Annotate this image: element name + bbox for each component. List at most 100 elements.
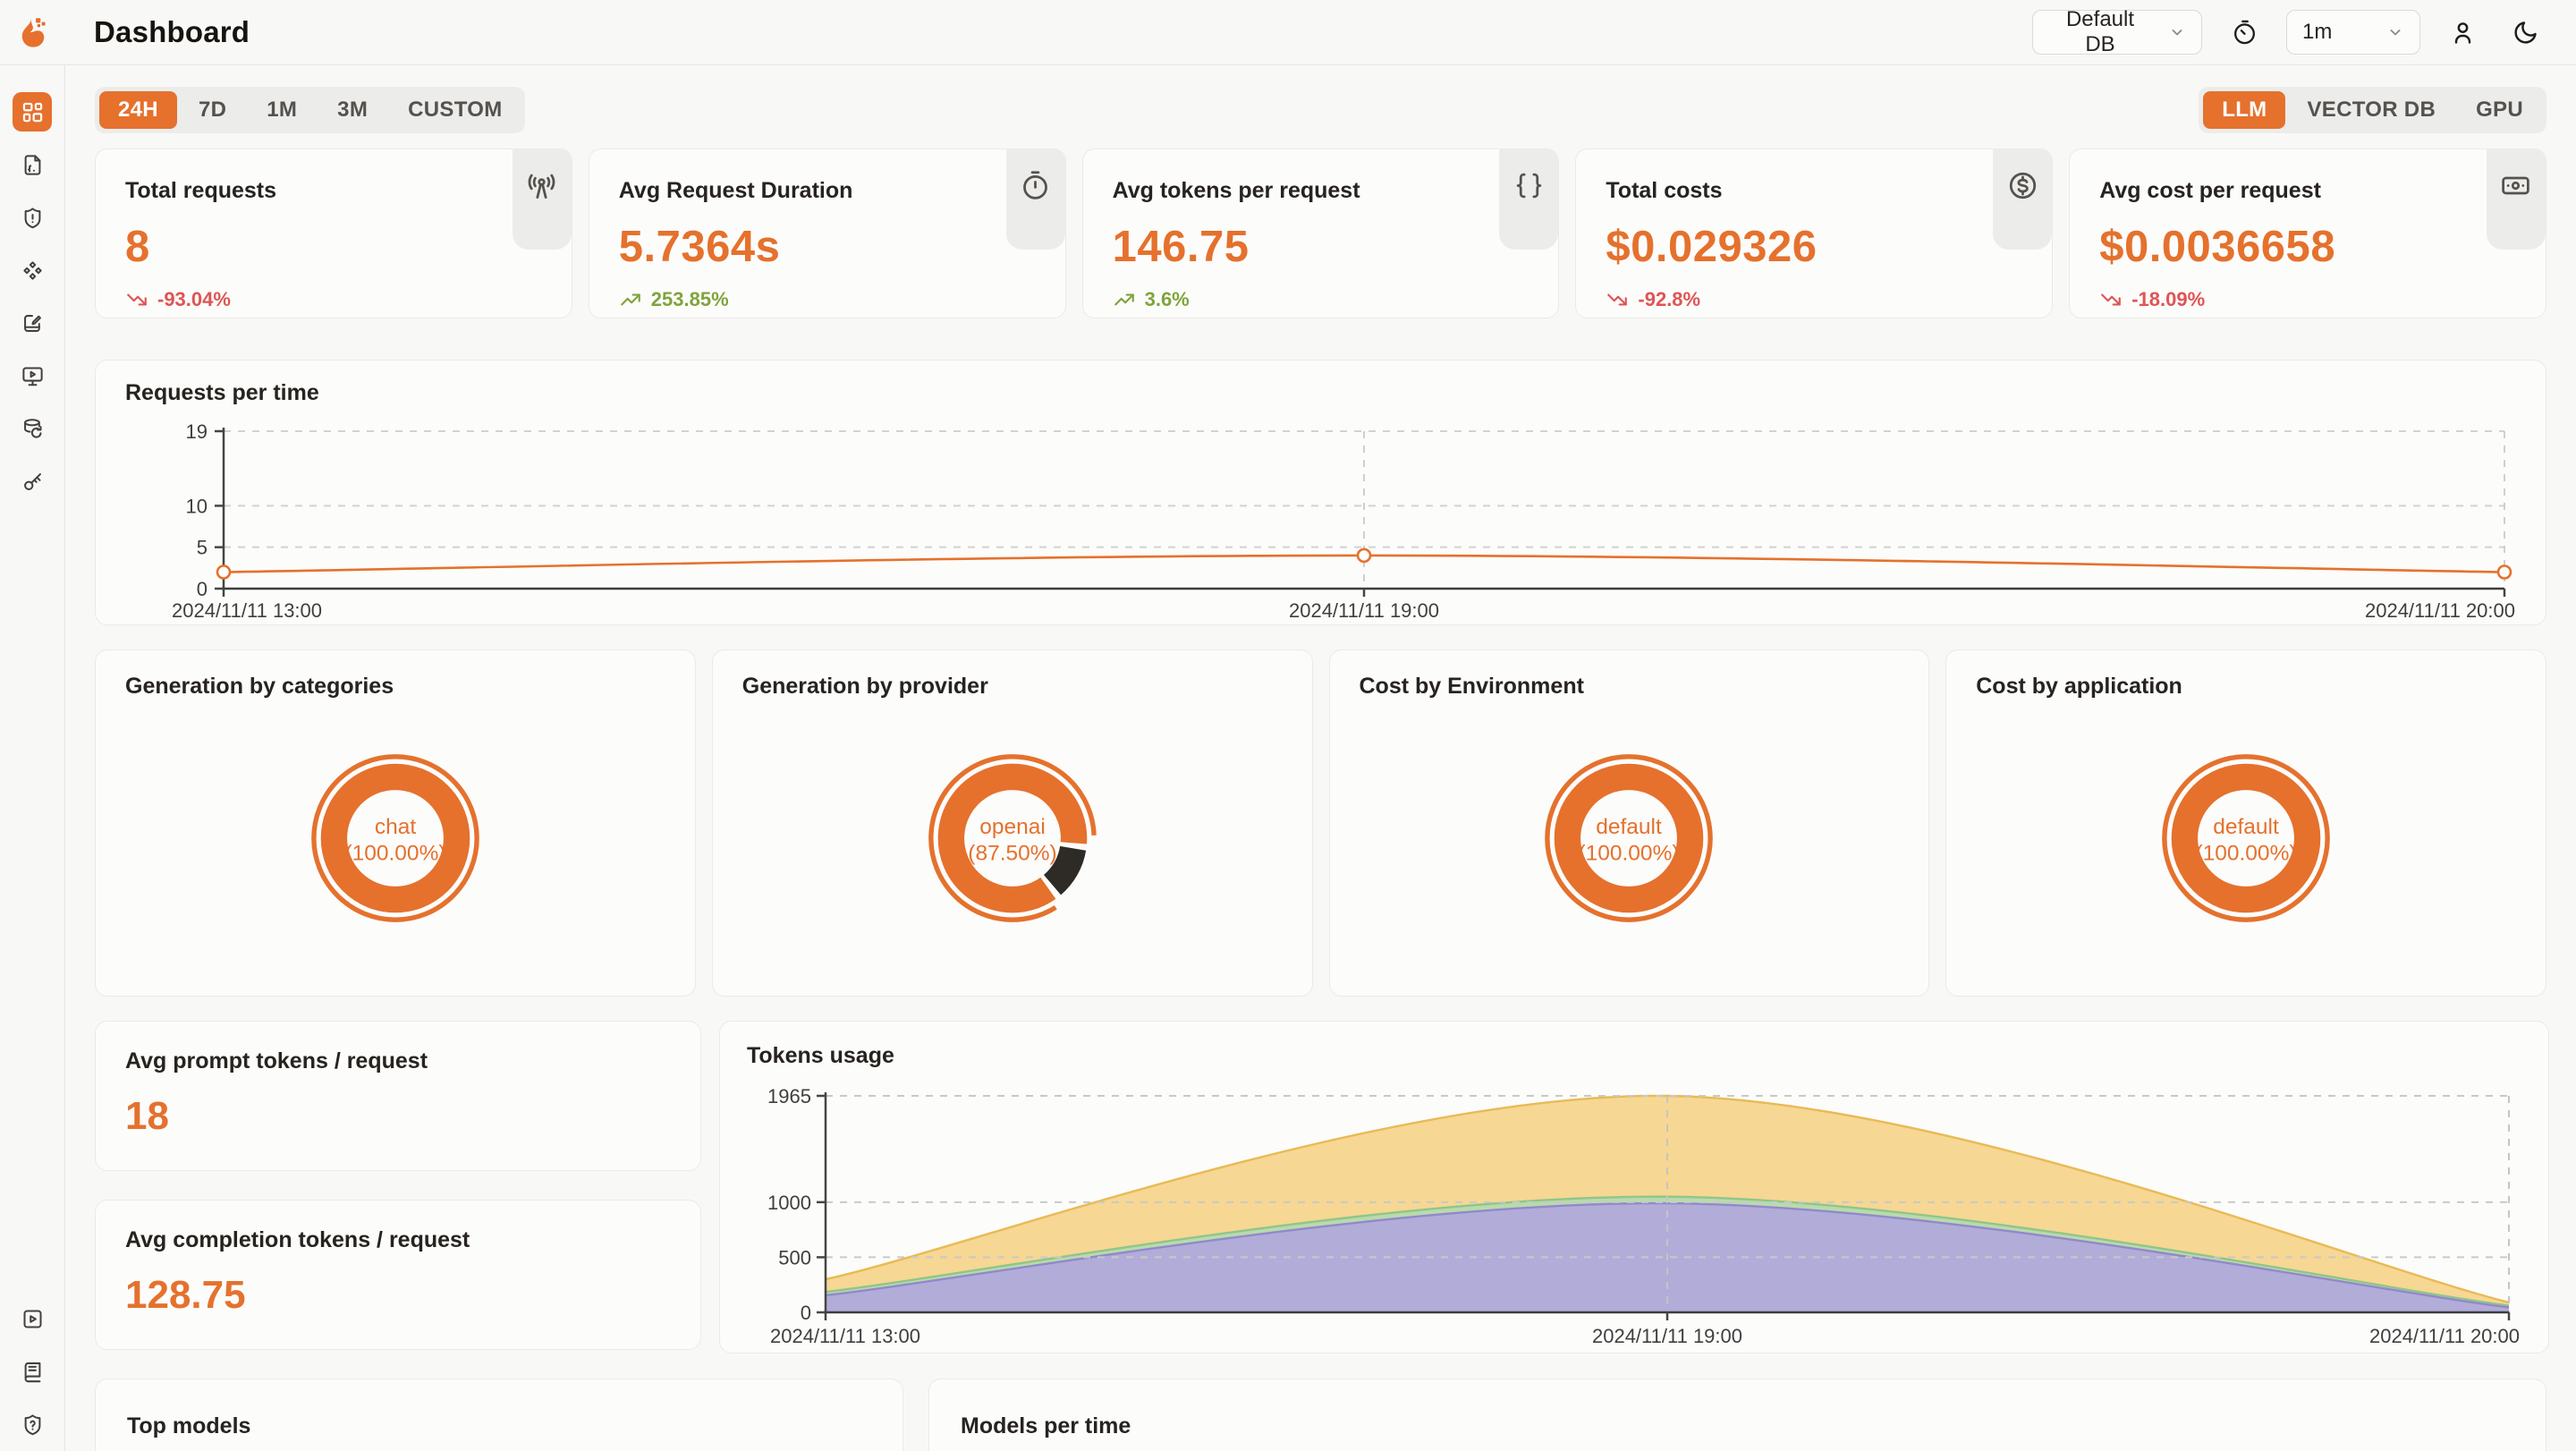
chevron-down-icon xyxy=(2168,23,2186,41)
notebook-pen-icon xyxy=(21,311,45,335)
database-selector[interactable]: Default DB xyxy=(2032,10,2202,55)
card-title: Tokens usage xyxy=(747,1043,2521,1069)
sidebar-item-api-keys[interactable] xyxy=(13,462,52,501)
sidebar-item-exceptions[interactable] xyxy=(13,198,52,237)
scope-tab-gpu[interactable]: GPU xyxy=(2457,91,2542,129)
trending-down-icon xyxy=(2099,288,2123,311)
stat-cards-row: Total requests8-93.04%Avg Request Durati… xyxy=(95,148,2546,318)
donut-center-label: default xyxy=(2213,815,2279,839)
time-range-tab-custom[interactable]: CUSTOM xyxy=(389,91,521,129)
svg-text:19: 19 xyxy=(186,420,208,443)
flame-logo-icon xyxy=(14,13,52,51)
svg-text:2024/11/11 20:00: 2024/11/11 20:00 xyxy=(2369,1325,2520,1347)
refresh-interval-selector[interactable]: 1m xyxy=(2286,10,2420,55)
card-title: Generation by categories xyxy=(125,674,665,700)
stat-card-avg-cost-per-request: Avg cost per request$0.0036658-18.09% xyxy=(2069,148,2546,318)
token-stat-column: Avg prompt tokens / request18Avg complet… xyxy=(95,1021,701,1353)
cost-by-application-card: Cost by applicationdefault(100.00%) xyxy=(1945,649,2546,997)
donut-center-label: openai xyxy=(979,815,1046,839)
shield-question-icon xyxy=(21,1413,45,1437)
models-per-time-card: Models per time xyxy=(928,1379,2546,1451)
sidebar-item-dashboard[interactable] xyxy=(13,92,52,132)
sidebar-item-playground[interactable] xyxy=(13,356,52,395)
circle-dollar-icon xyxy=(1993,149,2052,250)
chevron-down-icon xyxy=(2386,23,2404,41)
braces-icon xyxy=(1499,149,1558,250)
donut-center-value: (100.00%) xyxy=(1579,841,1680,865)
donut-chart: openai(87.50%) xyxy=(925,751,1100,926)
requests-per-time-card: Requests per time 0510192024/11/11 13:00… xyxy=(95,360,2546,625)
donut-chart-wrap: openai(87.50%) xyxy=(742,700,1283,972)
play-square-icon xyxy=(21,1307,45,1331)
sidebar-item-prompts[interactable] xyxy=(13,303,52,343)
diamond-shapes-icon xyxy=(21,259,45,283)
user-icon[interactable] xyxy=(2442,12,2483,53)
card-title: Cost by Environment xyxy=(1360,674,1900,700)
app-header: Dashboard Default DB 1m xyxy=(0,0,2576,65)
donut-center-value: (100.00%) xyxy=(344,841,445,865)
card-title: Requests per time xyxy=(125,380,2516,406)
donut-chart-wrap: chat(100.00%) xyxy=(125,700,665,972)
monitor-play-icon xyxy=(21,364,45,388)
shield-alert-icon xyxy=(21,206,45,230)
stopwatch-icon xyxy=(1006,149,1065,250)
stat-value: 5.7364s xyxy=(619,222,1036,272)
sidebar-item-documentation[interactable] xyxy=(13,1352,52,1391)
sidebar-item-database[interactable] xyxy=(13,409,52,448)
stat-card-total-requests: Total requests8-93.04% xyxy=(95,148,572,318)
stat-trend: 3.6% xyxy=(1113,288,1530,311)
scope-tab-vector-db[interactable]: VECTOR DB xyxy=(2288,91,2454,129)
time-range-tab-24h[interactable]: 24H xyxy=(99,91,177,129)
stat-value: $0.029326 xyxy=(1606,222,2022,272)
stat-card-avg-completion-tokens-request: Avg completion tokens / request128.75 xyxy=(95,1200,701,1350)
donut-chart: default(100.00%) xyxy=(1541,751,1716,926)
top-models-card: Top models xyxy=(95,1379,903,1451)
stat-card-avg-tokens-per-request: Avg tokens per request146.753.6% xyxy=(1082,148,1560,318)
app-logo xyxy=(0,13,65,51)
dark-mode-toggle-moon-icon[interactable] xyxy=(2504,12,2546,53)
donut-center-value: (100.00%) xyxy=(2196,841,2297,865)
stat-trend: -18.09% xyxy=(2099,288,2516,311)
trending-down-icon xyxy=(125,288,148,311)
card-title: Generation by provider xyxy=(742,674,1283,700)
sidebar-item-requests[interactable] xyxy=(13,145,52,184)
donut-chart-wrap: default(100.00%) xyxy=(1360,700,1900,972)
requests-line-chart: 0510192024/11/11 13:002024/11/11 19:0020… xyxy=(125,410,2519,628)
donut-chart: chat(100.00%) xyxy=(308,751,483,926)
svg-text:2024/11/11 13:00: 2024/11/11 13:00 xyxy=(770,1325,920,1347)
stat-label: Total costs xyxy=(1606,178,2022,204)
svg-text:2024/11/11 19:00: 2024/11/11 19:00 xyxy=(1592,1325,1742,1347)
header-controls: Default DB 1m xyxy=(2032,10,2576,55)
stat-value: 18 xyxy=(125,1094,671,1139)
donut-center-label: default xyxy=(1597,815,1663,839)
donut-center-label: chat xyxy=(375,815,417,839)
trending-down-icon xyxy=(1606,288,1629,311)
sidebar-item-support[interactable] xyxy=(13,1404,52,1444)
svg-text:500: 500 xyxy=(778,1246,811,1269)
sidebar-item-getting-started[interactable] xyxy=(13,1299,52,1338)
radio-tower-icon xyxy=(513,149,572,250)
stat-trend: -93.04% xyxy=(125,288,542,311)
stat-value: 146.75 xyxy=(1113,222,1530,272)
cost-by-environment-card: Cost by Environment default(100.00%) xyxy=(1329,649,1930,997)
svg-text:0: 0 xyxy=(197,578,208,600)
donut-chart-wrap: default(100.00%) xyxy=(1976,700,2516,972)
bottom-cards-row: Top models Models per time xyxy=(95,1379,2546,1451)
svg-text:2024/11/11 13:00: 2024/11/11 13:00 xyxy=(172,599,322,622)
filters-toolbar: 24H7D1M3MCUSTOM LLMVECTOR DBGPU xyxy=(95,87,2546,133)
time-range-tab-3m[interactable]: 3M xyxy=(318,91,386,129)
sidebar-item-shapes[interactable] xyxy=(13,250,52,290)
svg-text:0: 0 xyxy=(801,1302,811,1324)
svg-text:5: 5 xyxy=(197,537,208,559)
time-range-tab-7d[interactable]: 7D xyxy=(180,91,245,129)
card-title: Cost by application xyxy=(1976,674,2516,700)
scope-tab-llm[interactable]: LLM xyxy=(2203,91,2285,129)
donut-cards-row: Generation by categorieschat(100.00%)Gen… xyxy=(95,649,2546,997)
refresh-history-icon[interactable] xyxy=(2224,12,2265,53)
time-range-tab-1m[interactable]: 1M xyxy=(248,91,316,129)
svg-text:2024/11/11 19:00: 2024/11/11 19:00 xyxy=(1289,599,1439,622)
refresh-interval-value: 1m xyxy=(2302,20,2332,45)
scope-tabs: LLMVECTOR DBGPU xyxy=(2199,87,2546,133)
stat-card-avg-request-duration: Avg Request Duration5.7364s253.85% xyxy=(589,148,1066,318)
book-icon xyxy=(21,1360,45,1384)
